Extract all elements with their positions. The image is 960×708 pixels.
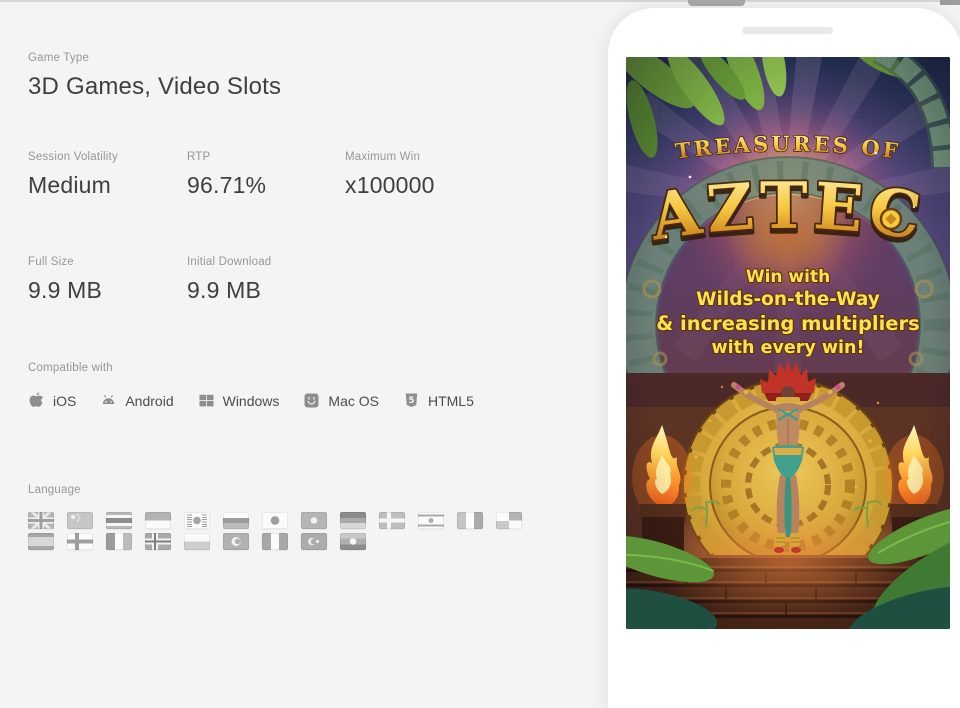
flag-hebrew[interactable] [418,512,444,529]
rtp-value: 96.71% [187,172,345,199]
section-language: Language [28,484,588,554]
section-stats: Session Volatility Medium RTP 96.71% Max… [28,151,588,199]
flag-finnish[interactable] [67,533,93,550]
volatility-label: Session Volatility [28,151,187,163]
flag-myanmar[interactable] [340,533,366,550]
phone-speaker [742,27,833,34]
flag-norwegian[interactable] [145,533,171,550]
windows-icon [198,392,215,409]
platform-macos: Mac OS [303,392,379,409]
stat-rtp: RTP 96.71% [187,151,345,199]
html5-icon: 5 [403,392,420,409]
stat-initial-download: Initial Download 9.9 MB [187,256,588,304]
game-type-label: Game Type [28,52,281,64]
flag-spanish[interactable] [28,533,54,550]
section-compatible: Compatible with iOS Android [28,362,588,409]
flag-korean[interactable] [184,512,210,529]
stat-volatility: Session Volatility Medium [28,151,187,199]
top-tab [688,0,745,6]
flag-peruvian[interactable] [262,533,288,550]
language-flags [28,512,588,550]
flag-thai[interactable] [106,512,132,529]
flag-english-uk[interactable] [28,512,54,529]
language-label: Language [28,484,588,496]
flag-french[interactable] [106,533,132,550]
platform-list: iOS Android Windows [28,392,588,409]
section-sizes: Full Size 9.9 MB Initial Download 9.9 MB [28,256,588,304]
max-win-value: x100000 [345,172,588,199]
platform-html5-label: HTML5 [428,393,474,409]
flag-indonesian[interactable] [145,512,171,529]
section-game-type: Game Type 3D Games, Video Slots [28,52,281,101]
max-win-label: Maximum Win [345,151,588,163]
flag-tunisian[interactable] [223,533,249,550]
volatility-value: Medium [28,172,187,199]
language-flags-row-2 [28,533,588,550]
flag-polish[interactable] [184,533,210,550]
game-type-value: 3D Games, Video Slots [28,73,281,101]
svg-text:5: 5 [409,396,415,406]
initial-download-label: Initial Download [187,256,588,268]
phone-mockup: TREASURES OF AZTEC AZTEC Win with Wilds-… [608,8,960,708]
flag-turkish[interactable] [301,533,327,550]
platform-ios-label: iOS [53,393,76,409]
flag-japanese[interactable] [262,512,288,529]
full-size-label: Full Size [28,256,187,268]
platform-windows: Windows [198,392,280,409]
game-art: TREASURES OF AZTEC AZTEC Win with Wilds-… [626,57,950,629]
flag-danish[interactable] [379,512,405,529]
flag-german[interactable] [340,512,366,529]
platform-windows-label: Windows [223,393,280,409]
language-flags-row-1 [28,512,588,529]
flag-russian[interactable] [223,512,249,529]
compatible-label: Compatible with [28,362,588,374]
full-size-value: 9.9 MB [28,277,187,304]
phone-screen: TREASURES OF AZTEC AZTEC Win with Wilds-… [626,57,950,629]
top-right-notch [940,0,960,5]
macos-icon [303,392,320,409]
android-icon [100,392,117,409]
flag-vietnamese[interactable] [301,512,327,529]
platform-macos-label: Mac OS [328,393,379,409]
apple-icon [28,392,45,409]
platform-android-label: Android [125,393,173,409]
flag-chinese[interactable] [67,512,93,529]
flag-italian[interactable] [457,512,483,529]
initial-download-value: 9.9 MB [187,277,588,304]
page-top-border [0,0,960,2]
platform-ios: iOS [28,392,76,409]
platform-android: Android [100,392,173,409]
stat-max-win: Maximum Win x100000 [345,151,588,199]
rtp-label: RTP [187,151,345,163]
platform-html5: 5 HTML5 [403,392,474,409]
stat-full-size: Full Size 9.9 MB [28,256,187,304]
flag-quartered[interactable] [496,512,522,529]
